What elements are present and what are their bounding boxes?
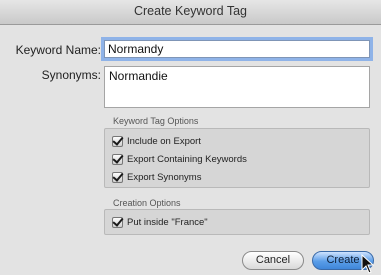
synonyms-label: Synonyms:: [41, 68, 101, 82]
title-bar: Create Keyword Tag: [0, 0, 381, 25]
keyword-tag-options-heading: Keyword Tag Options: [113, 116, 199, 126]
checkbox-checked-icon: [112, 153, 123, 165]
export-containing-keywords-checkbox[interactable]: Export Containing Keywords: [112, 152, 247, 166]
checkbox-checked-icon: [112, 216, 123, 228]
mouse-pointer-icon: [361, 254, 375, 274]
creation-options-heading: Creation Options: [113, 198, 181, 208]
checkbox-checked-icon: [112, 171, 123, 183]
include-on-export-checkbox[interactable]: Include on Export: [112, 134, 201, 148]
export-containing-keywords-label: Export Containing Keywords: [127, 153, 247, 165]
put-inside-france-checkbox[interactable]: Put inside "France": [112, 215, 208, 229]
include-on-export-label: Include on Export: [127, 135, 201, 147]
cancel-button[interactable]: Cancel: [242, 251, 304, 270]
checkbox-checked-icon: [112, 135, 123, 147]
keyword-name-input[interactable]: Normandy: [104, 40, 370, 58]
export-synonyms-label: Export Synonyms: [127, 171, 202, 183]
export-synonyms-checkbox[interactable]: Export Synonyms: [112, 170, 201, 184]
keyword-name-label: Keyword Name:: [15, 43, 101, 57]
synonyms-input[interactable]: Normandie: [104, 66, 370, 108]
put-inside-france-label: Put inside "France": [127, 216, 208, 228]
window-title: Create Keyword Tag: [133, 4, 248, 18]
